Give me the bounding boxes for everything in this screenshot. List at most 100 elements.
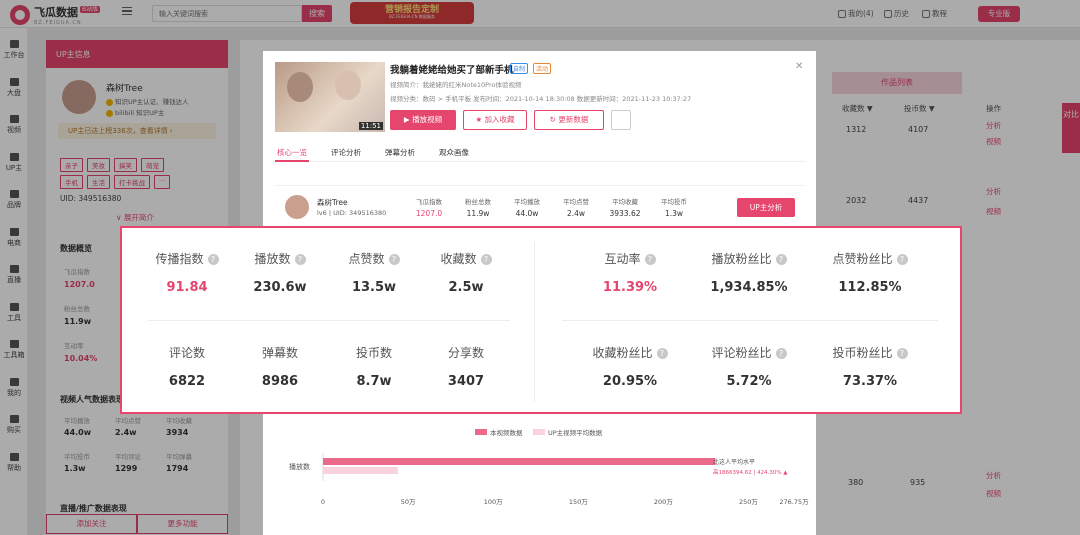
help-icon[interactable]: ? — [896, 254, 908, 265]
metric-name: 评论粉丝比 — [711, 346, 772, 360]
up-stat-label: 平均播放 — [514, 198, 540, 206]
help-icon[interactable]: ? — [480, 254, 492, 265]
tab-danmaku[interactable]: 弹幕分析 — [385, 147, 415, 158]
core-metrics-panel: 传播指数? 91.84 播放数? 230.6w 点赞数? 13.5w 收藏数? 2.5w 评论数… — [120, 226, 962, 414]
metric-name: 弹幕数 — [261, 346, 298, 360]
qrcode-button[interactable] — [611, 110, 631, 130]
metric-value-right-4: 5.72% — [726, 374, 772, 389]
metric-name: 播放数 — [254, 252, 291, 266]
help-icon[interactable]: ? — [775, 254, 787, 265]
thumb-figure — [335, 70, 361, 100]
up-stat-label: 平均点赞 — [563, 198, 589, 206]
legend-label: UP主视频平均数据 — [548, 429, 603, 437]
up-stat-value: 2.4w — [566, 209, 586, 218]
help-icon[interactable]: ? — [896, 348, 908, 359]
video-desc: 视频简介：我姥姥的红米Note10Pro体验视频 — [390, 81, 522, 89]
legend-this[interactable]: 本视频数据 — [475, 427, 523, 437]
play-label: 播放视频 — [412, 115, 443, 124]
comparison-chart: 播放数 比这人平均水平高1866394.62 | 424.30% ▲ 0 50万 100… — [289, 453, 809, 506]
fav-label: 加入收藏 — [484, 115, 515, 124]
bar-this-video — [323, 458, 716, 465]
metric-label-left-7: 分享数 — [411, 344, 521, 361]
tab-underline — [275, 160, 309, 162]
metric-label-right-0: 互动率? — [575, 250, 685, 267]
metric-value-right-5: 73.37% — [842, 374, 898, 389]
x-tick-label: 250万 — [739, 498, 758, 506]
up-uid: lv6 | UID: 349516380 — [317, 209, 387, 217]
up-stat-label: 平均收藏 — [612, 198, 638, 206]
x-tick-label: 276.75万 — [779, 498, 809, 506]
badge-event: 活动 — [533, 63, 552, 74]
legend-avg[interactable]: UP主视频平均数据 — [533, 427, 602, 437]
help-icon[interactable]: ? — [207, 254, 219, 265]
row-divider — [562, 320, 938, 321]
metric-label-right-3: 收藏粉丝比? — [575, 344, 685, 361]
legend-label: 本视频数据 — [490, 429, 523, 437]
modal-tabs: 核心一览 评论分析 弹幕分析 观众画像 — [275, 144, 805, 162]
up-summary-row: 森树Tree lv6 | UID: 349516380 UP主分析 飞瓜指数 12… — [275, 185, 805, 225]
play-video-button[interactable]: ▶ 播放视频 — [390, 110, 456, 130]
metric-name: 传播指数 — [155, 252, 204, 266]
up-analysis-button[interactable]: UP主分析 — [737, 198, 795, 217]
metric-name: 评论数 — [168, 346, 205, 360]
metric-value-left-3: 2.5w — [448, 280, 484, 295]
close-icon[interactable]: ✕ — [795, 61, 803, 72]
tab-core[interactable]: 核心一览 — [277, 147, 307, 158]
metric-name: 收藏粉丝比 — [592, 346, 653, 360]
metric-name: 分享数 — [447, 346, 484, 360]
help-icon[interactable]: ? — [388, 254, 400, 265]
up-stat-value: 11.9w — [466, 209, 490, 218]
category-label: 播放数 — [289, 462, 310, 471]
up-stat-value: 1207.0 — [415, 209, 443, 218]
x-tick-label: 50万 — [401, 498, 416, 506]
x-tick-label: 200万 — [654, 498, 673, 506]
thumb-figure — [287, 72, 313, 102]
refresh-label: 更新数据 — [558, 115, 589, 124]
tab-comments[interactable]: 评论分析 — [331, 147, 361, 158]
up-stat-label: 飞瓜指数 — [416, 198, 442, 206]
chart-note-delta: 高1866394.62 | 424.30% ▲ — [713, 468, 788, 476]
panel-divider — [534, 242, 535, 402]
metric-value-right-3: 20.95% — [602, 374, 658, 389]
metric-name: 点赞粉丝比 — [832, 252, 893, 266]
help-icon[interactable]: ? — [656, 348, 668, 359]
help-icon[interactable]: ? — [644, 254, 656, 265]
metric-label-right-4: 评论粉丝比? — [694, 344, 804, 361]
up-stat-value: 44.0w — [515, 209, 539, 218]
x-tick-label: 100万 — [484, 498, 503, 506]
avatar — [285, 195, 309, 219]
up-stat-value: 1.3w — [664, 209, 684, 218]
add-favorite-button[interactable]: ★ 加入收藏 — [463, 110, 527, 130]
up-stat-label: 平均投币 — [661, 198, 687, 206]
row-divider — [148, 320, 510, 321]
tab-audience[interactable]: 观众画像 — [439, 147, 469, 158]
chart-note: 比这人平均水平 — [713, 458, 755, 466]
video-meta: 视频分类：数码 > 手机平板 发布时间：2021-10-14 18:30:08 … — [390, 95, 692, 103]
refresh-data-button[interactable]: ↻ 更新数据 — [534, 110, 604, 130]
up-stat-label: 粉丝总数 — [465, 198, 491, 206]
metric-label-right-2: 点赞粉丝比? — [815, 250, 925, 267]
metric-name: 收藏数 — [440, 252, 477, 266]
metric-value-left-7: 3407 — [447, 374, 485, 389]
metric-name: 投币粉丝比 — [832, 346, 893, 360]
up-stat-value: 3933.62 — [609, 209, 641, 218]
metric-value-right-0: 11.39% — [602, 280, 658, 295]
metric-name: 播放粉丝比 — [711, 252, 772, 266]
video-thumbnail[interactable]: 11:51 — [275, 62, 385, 132]
video-duration: 11:51 — [358, 122, 383, 130]
metric-name: 互动率 — [604, 252, 641, 266]
metric-label-left-3: 收藏数? — [411, 250, 521, 267]
up-name: 森树Tree — [317, 198, 348, 207]
metric-name: 点赞数 — [348, 252, 385, 266]
metric-value-right-2: 112.85% — [838, 280, 902, 295]
x-tick-label: 150万 — [569, 498, 588, 506]
x-tick-label: 0 — [321, 498, 325, 506]
metric-value-right-1: 1,934.85% — [710, 280, 788, 295]
video-title: 我躺着姥姥给她买了部新手机 — [390, 65, 514, 76]
bar-up-average — [323, 467, 398, 474]
badge-original: 自制 — [510, 63, 529, 74]
metric-label-right-1: 播放粉丝比? — [694, 250, 804, 267]
metric-label-right-5: 投币粉丝比? — [815, 344, 925, 361]
help-icon[interactable]: ? — [775, 348, 787, 359]
help-icon[interactable]: ? — [294, 254, 306, 265]
